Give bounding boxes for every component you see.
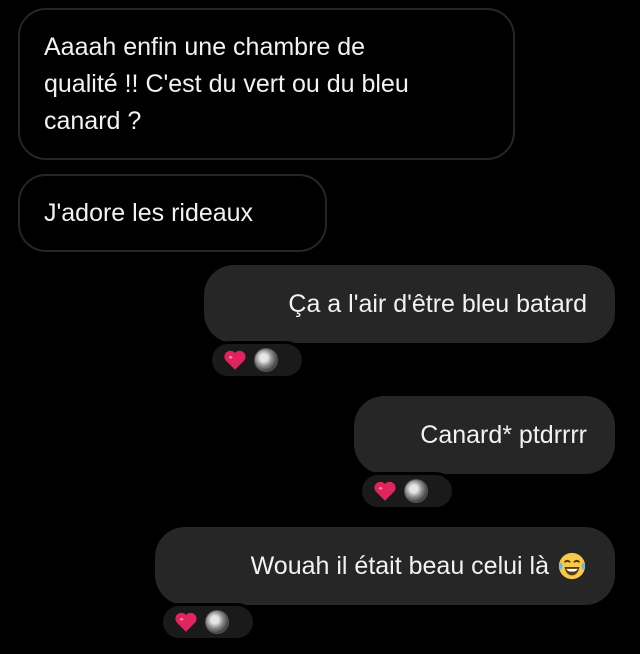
message-reactions[interactable] [209, 341, 305, 379]
heart-icon [175, 612, 197, 632]
message-bubble-outgoing[interactable]: Canard* ptdrrrr [354, 396, 615, 474]
avatar-icon [205, 610, 229, 634]
message-bubble-incoming[interactable]: J'adore les rideaux [18, 174, 327, 252]
heart-icon [224, 350, 246, 370]
message-reactions[interactable] [359, 472, 455, 510]
message-text: Aaaah enfin une chambre de qualité !! C'… [44, 32, 409, 135]
message-bubble-outgoing[interactable]: Wouah il était beau celui là [155, 527, 615, 605]
message-text: Wouah il était beau celui là [250, 551, 549, 580]
message-bubble-incoming[interactable]: Aaaah enfin une chambre de qualité !! C'… [18, 8, 515, 160]
avatar-icon [404, 479, 428, 503]
message-text: J'adore les rideaux [44, 198, 254, 227]
avatar-icon [254, 348, 278, 372]
laughing-tears-emoji-icon [558, 552, 586, 580]
message-bubble-outgoing[interactable]: Ça a l'air d'être bleu batard [204, 265, 615, 343]
message-text: Ça a l'air d'être bleu batard [288, 289, 587, 318]
message-reactions[interactable] [160, 603, 256, 641]
heart-icon [374, 481, 396, 501]
message-text: Canard* ptdrrrr [420, 420, 587, 449]
